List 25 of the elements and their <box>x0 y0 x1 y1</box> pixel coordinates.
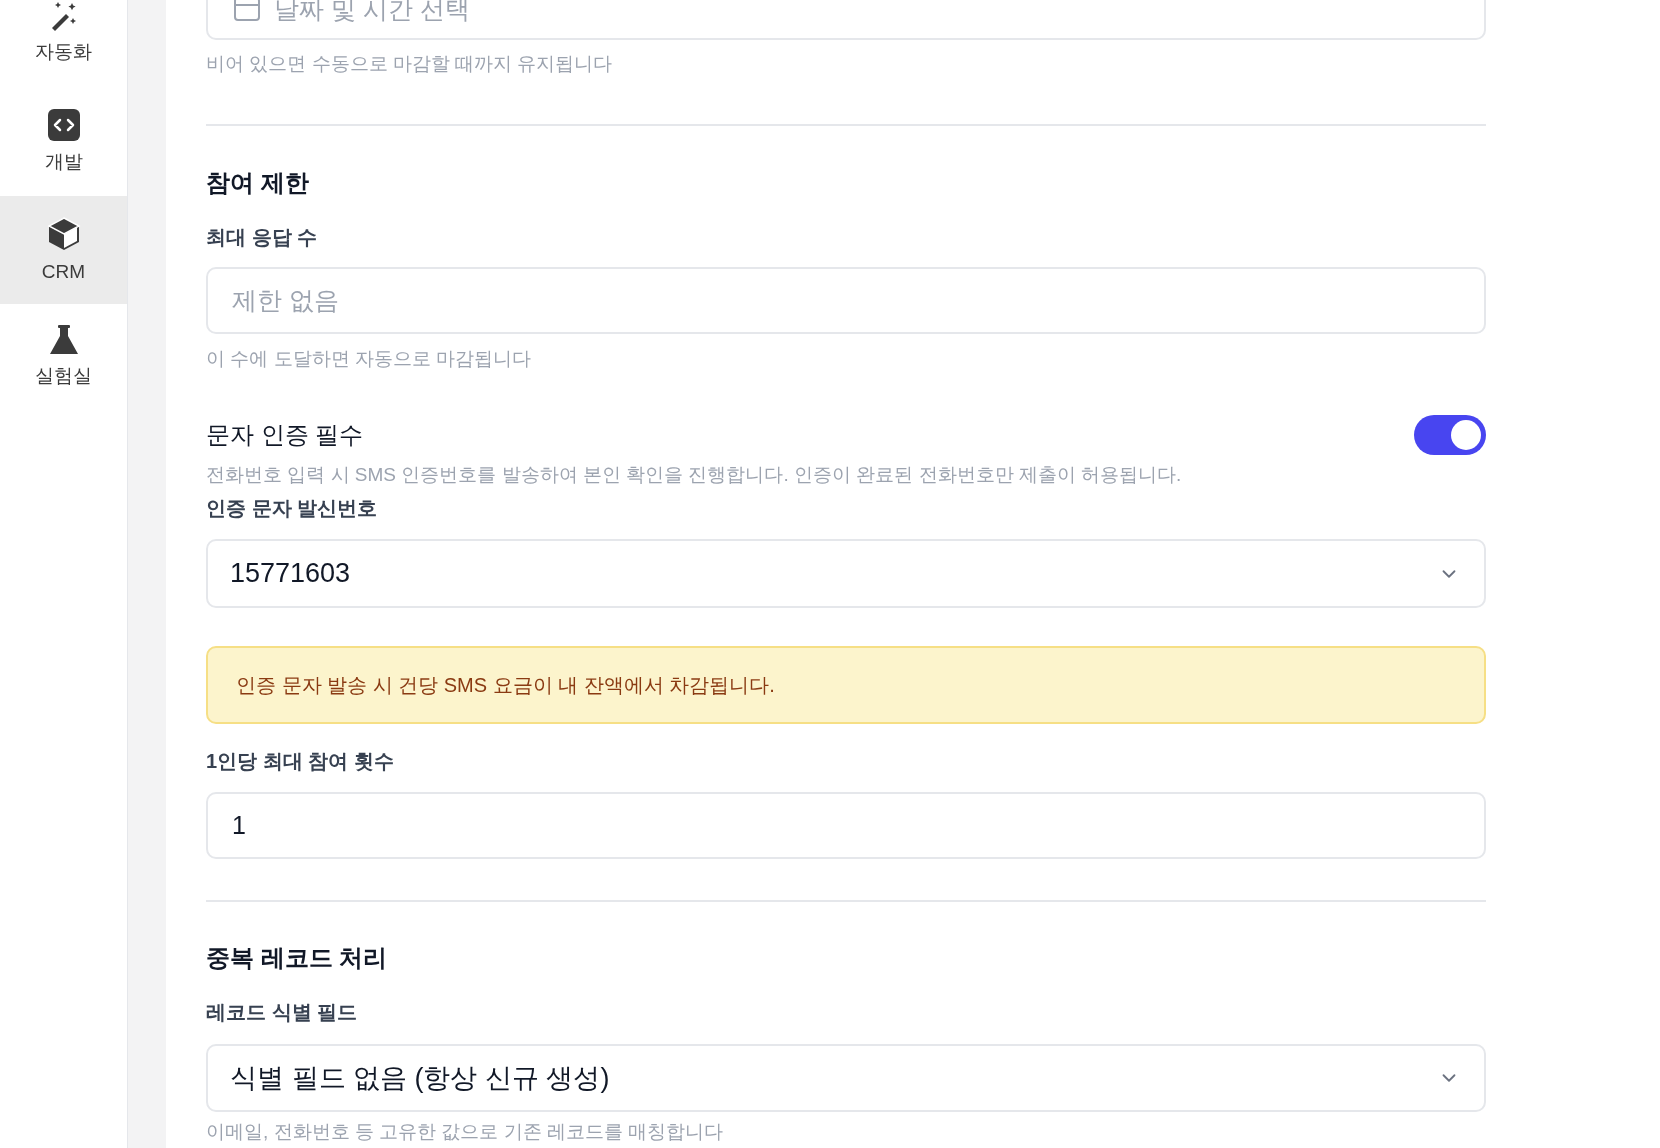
section-heading: 중복 레코드 처리 <box>206 943 389 973</box>
hint-text: 비어 있으면 수동으로 마감할 때까지 유지됩니다 <box>206 52 614 76</box>
code-icon <box>46 108 81 142</box>
field-label: 인증 문자 발신번호 <box>206 496 379 521</box>
warning-banner: 인증 문자 발송 시 건당 SMS 요금이 내 잔액에서 차감됩니다. <box>206 646 1486 724</box>
section-heading: 참여 제한 <box>206 168 310 198</box>
flask-icon <box>48 324 79 356</box>
hint-text: 이메일, 전화번호 등 고유한 값으로 기존 레코드를 매칭합니다 <box>206 1120 725 1144</box>
field-label: 레코드 식별 필드 <box>206 1000 359 1025</box>
sidebar-item[interactable]: 자동화 <box>0 0 127 88</box>
toggle-label: 문자 인증 필수 <box>206 420 364 450</box>
hint-text: 이 수에 도달하면 자동으로 마감됩니다 <box>206 347 533 371</box>
sidebar-item[interactable]: CRM <box>0 196 127 304</box>
field-label: 1인당 최대 참여 횟수 <box>206 749 395 774</box>
sidebar-item[interactable]: 실험실 <box>0 304 127 412</box>
input-field[interactable]: 1 <box>206 792 1486 859</box>
field-label: 최대 응답 수 <box>206 225 319 250</box>
select-field[interactable]: 식별 필드 없음 (항상 신규 생성) <box>206 1044 1486 1112</box>
description-text: 전화번호 입력 시 SMS 인증번호를 발송하여 본인 확인을 진행합니다. 인증이 완료된 전화번호만 제출이 허용됩니다. <box>206 463 1183 487</box>
toggle-switch[interactable] <box>1414 415 1486 455</box>
sidebar-item[interactable]: 개발 <box>0 88 127 196</box>
calendar-icon <box>234 0 260 21</box>
input-field[interactable]: 제한 없음 <box>206 267 1486 334</box>
cube-icon <box>46 216 81 252</box>
select-field[interactable]: 15771603 <box>206 539 1486 608</box>
